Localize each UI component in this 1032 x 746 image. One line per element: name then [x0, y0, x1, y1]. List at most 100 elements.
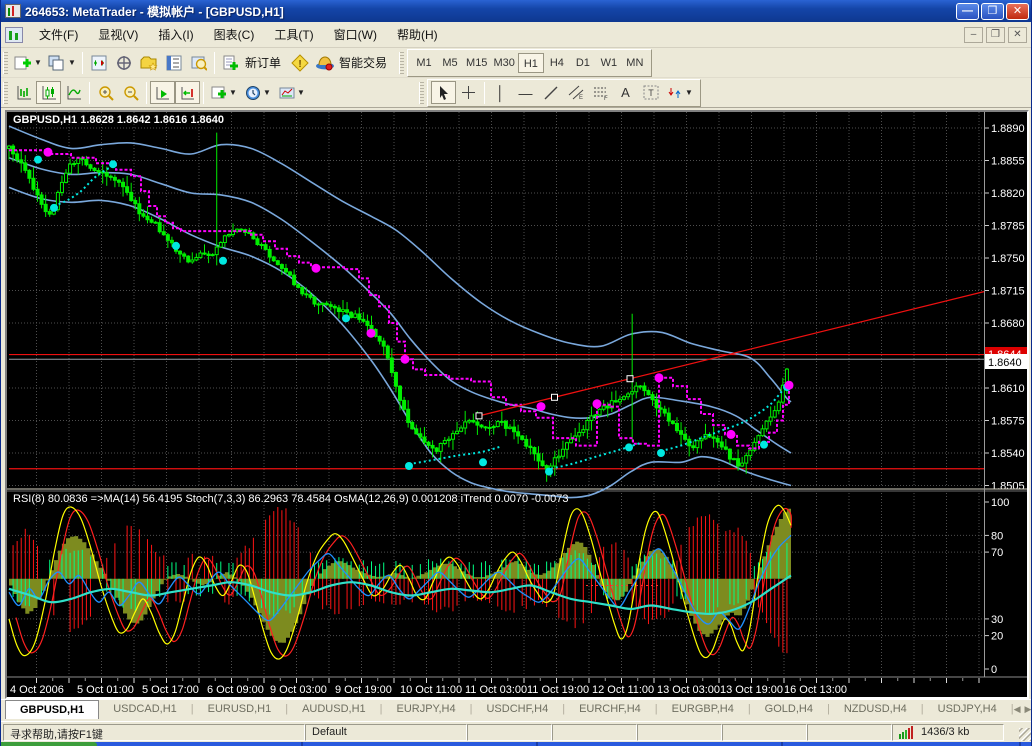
svg-text:1.8640: 1.8640	[988, 357, 1022, 369]
menu-item-3[interactable]: 图表(C)	[204, 24, 265, 46]
menu-item-2[interactable]: 插入(I)	[148, 24, 203, 46]
chart-window[interactable]: 1.88901.88551.88201.87851.87501.87151.86…	[5, 110, 1029, 699]
timeframe-M5[interactable]: M5	[437, 53, 463, 73]
resize-grip[interactable]	[1019, 728, 1032, 741]
status-help-text: 寻求帮助,请按F1键	[3, 724, 305, 741]
equidistant-channel-button[interactable]: E	[563, 81, 588, 104]
svg-text:F: F	[604, 96, 608, 100]
child-restore-button[interactable]: ❐	[986, 27, 1005, 43]
horizontal-line-button[interactable]: —	[513, 81, 538, 104]
toolbar-grip[interactable]	[3, 52, 8, 74]
svg-text:1.8785: 1.8785	[991, 221, 1025, 233]
market-watch-button[interactable]	[86, 51, 111, 74]
connection-bars-icon	[899, 726, 915, 739]
timeframe-M30[interactable]: M30	[490, 53, 517, 73]
arrows-button[interactable]: ▼	[663, 81, 697, 104]
timeframe-D1[interactable]: D1	[570, 53, 596, 73]
chart-tab[interactable]: NZDUSD,H4	[830, 700, 921, 718]
chart-shift-button[interactable]	[175, 81, 200, 104]
timeframe-W1[interactable]: W1	[596, 53, 622, 73]
new-chart-button[interactable]: ▼	[11, 51, 45, 74]
strategy-tester-button[interactable]	[186, 51, 211, 74]
restore-button[interactable]: ❐	[981, 3, 1004, 20]
expert-advisors-label[interactable]: 智能交易	[339, 54, 387, 71]
text-label-button[interactable]: T	[638, 81, 663, 104]
title-bar[interactable]: 264653: MetaTrader - 模拟帐户 - [GBPUSD,H1] …	[1, 0, 1032, 22]
chart-tab[interactable]: USDCHF,H4	[472, 700, 562, 718]
chart-tab[interactable]: USDCAD,H1	[99, 700, 191, 718]
zoom-out-button[interactable]	[118, 81, 143, 104]
menu-item-0[interactable]: 文件(F)	[29, 24, 88, 46]
timeframe-M15[interactable]: M15	[463, 53, 490, 73]
vertical-line-button[interactable]: │	[488, 81, 513, 104]
chart-tab[interactable]: GOLD,H4	[751, 700, 827, 718]
timeframe-MN[interactable]: MN	[622, 53, 648, 73]
chart-tab[interactable]: USDJPY,H4	[924, 700, 1011, 718]
svg-text:GBPUSD,H1 1.8628 1.8642 1.8616: GBPUSD,H1 1.8628 1.8642 1.8616 1.8640	[13, 114, 224, 126]
terminal-button[interactable]	[161, 51, 186, 74]
status-template[interactable]: Default	[305, 724, 467, 741]
child-minimize-button[interactable]: –	[964, 27, 983, 43]
chart-tab[interactable]: EURUSD,H1	[194, 700, 286, 718]
chart-tab[interactable]: EURCHF,H4	[565, 700, 655, 718]
svg-text:11 Oct 19:00: 11 Oct 19:00	[527, 684, 589, 696]
line-chart-button[interactable]	[61, 81, 86, 104]
svg-text:0: 0	[991, 664, 997, 676]
chart-tab[interactable]: EURGBP,H4	[658, 700, 748, 718]
chart-system-icon[interactable]	[5, 27, 23, 43]
menu-item-5[interactable]: 窗口(W)	[324, 24, 387, 46]
chart-tab[interactable]: EURJPY,H4	[383, 700, 470, 718]
svg-text:9 Oct 19:00: 9 Oct 19:00	[335, 684, 392, 696]
auto-scroll-button[interactable]	[150, 81, 175, 104]
chart-canvas[interactable]: 1.88901.88551.88201.87851.87501.87151.86…	[7, 112, 1027, 697]
cursor-button[interactable]	[431, 81, 456, 104]
svg-text:1.8680: 1.8680	[991, 318, 1025, 330]
menu-item-4[interactable]: 工具(T)	[264, 24, 323, 46]
start-button-sliver[interactable]	[1, 742, 97, 746]
chart-tab[interactable]: GBPUSD,H1	[5, 700, 99, 719]
svg-text:1.8575: 1.8575	[991, 416, 1025, 428]
menu-item-6[interactable]: 帮助(H)	[387, 24, 448, 46]
svg-text:16 Oct 13:00: 16 Oct 13:00	[784, 684, 847, 696]
profiles-button[interactable]: ▼	[45, 51, 79, 74]
menu-item-1[interactable]: 显视(V)	[88, 24, 148, 46]
periods-button[interactable]: ▼	[241, 81, 275, 104]
trendline-button[interactable]	[538, 81, 563, 104]
fibonacci-button[interactable]: F	[588, 81, 613, 104]
candlestick-chart-button[interactable]	[36, 81, 61, 104]
close-button[interactable]: ✕	[1006, 3, 1029, 20]
minimize-button[interactable]: —	[956, 3, 979, 20]
svg-text:4 Oct 2006: 4 Oct 2006	[10, 684, 64, 696]
zoom-in-button[interactable]	[93, 81, 118, 104]
charts-toolbar-grip[interactable]	[3, 82, 8, 104]
tabs-scroll-right-icon[interactable]: ▶	[1025, 704, 1032, 715]
crosshair-button[interactable]	[456, 81, 481, 104]
metatrader-window: 264653: MetaTrader - 模拟帐户 - [GBPUSD,H1] …	[0, 0, 1032, 746]
svg-text:5 Oct 01:00: 5 Oct 01:00	[77, 684, 134, 696]
timeframe-M1[interactable]: M1	[411, 53, 437, 73]
navigator-button[interactable]	[136, 51, 161, 74]
svg-text:RSI(8) 80.0836 =>MA(14) 56.41: RSI(8) 80.0836 =>MA(14) 56.4195 Stoch(7,…	[13, 493, 568, 505]
child-close-button[interactable]: ✕	[1008, 27, 1027, 43]
templates-button[interactable]: ▼	[275, 81, 309, 104]
line-studies-toolbar: │ — E F A T ▼	[427, 79, 701, 107]
line-studies-grip[interactable]	[419, 82, 424, 104]
svg-text:12 Oct 11:00: 12 Oct 11:00	[592, 684, 654, 696]
timeframe-toolbar-grip[interactable]	[399, 52, 404, 74]
tabs-scroll-left-icon[interactable]: ◀	[1014, 704, 1021, 715]
bar-chart-button[interactable]	[11, 81, 36, 104]
charts-toolbar: ▼ ▼ ▼ │ — E F A T ▼	[1, 78, 1032, 108]
chart-tab[interactable]: AUDUSD,H1	[288, 700, 380, 718]
timeframe-H1[interactable]: H1	[518, 53, 544, 73]
svg-text:100: 100	[991, 497, 1009, 509]
new-order-icon[interactable]	[218, 51, 243, 74]
important-button[interactable]: !	[287, 51, 312, 74]
svg-text:1.8715: 1.8715	[991, 286, 1025, 298]
new-order-label[interactable]: 新订单	[245, 54, 281, 71]
timeframe-H4[interactable]: H4	[544, 53, 570, 73]
indicators-button[interactable]: ▼	[207, 81, 241, 104]
expert-advisors-icon[interactable]	[312, 51, 337, 74]
text-button[interactable]: A	[613, 81, 638, 104]
chart-tabs-bar: GBPUSD,H1USDCAD,H1|EURUSD,H1|AUDUSD,H1|E…	[1, 699, 1032, 721]
data-window-button[interactable]	[111, 51, 136, 74]
